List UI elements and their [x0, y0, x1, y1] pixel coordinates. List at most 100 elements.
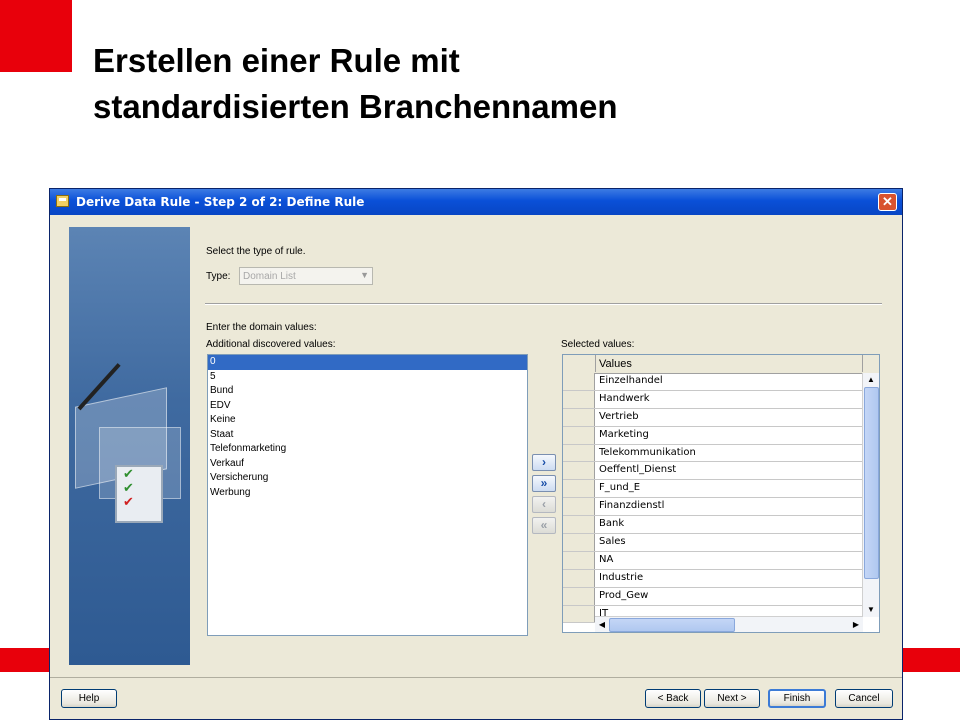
slide-accent-band-left [0, 648, 50, 672]
table-row[interactable]: Prod_Gew [563, 587, 863, 606]
chevron-down-icon: ▼ [360, 270, 369, 280]
table-cell[interactable]: Vertrieb [599, 411, 639, 422]
additional-values-label: Additional discovered values: [206, 339, 336, 350]
section-divider [205, 303, 882, 305]
row-header[interactable] [563, 551, 595, 569]
checklist-icon: ✔ ✔ ✔ [115, 465, 163, 523]
row-header[interactable] [563, 480, 595, 498]
scroll-down-icon[interactable]: ▼ [864, 604, 878, 616]
vertical-scrollbar[interactable]: ▲ ▼ [862, 373, 879, 617]
table-cell[interactable]: NA [599, 554, 613, 565]
list-item[interactable]: Keine [208, 413, 527, 428]
table-cell[interactable]: Industrie [599, 572, 643, 583]
table-row[interactable]: Telekommunikation [563, 444, 863, 463]
list-item[interactable]: Versicherung [208, 471, 527, 486]
table-row[interactable]: Bank [563, 516, 863, 535]
selected-values-table: Values Einzelhandel Handwerk Vertrieb Ma… [562, 354, 880, 633]
table-row[interactable]: Handwerk [563, 390, 863, 409]
slide-title: Erstellen einer Rule mit standardisierte… [93, 38, 933, 130]
row-header[interactable] [563, 444, 595, 462]
dialog-title: Derive Data Rule - Step 2 of 2: Define R… [76, 195, 365, 209]
values-column-header[interactable]: Values [599, 358, 632, 370]
slide-title-line-2: standardisierten Branchennamen [93, 88, 618, 125]
table-row[interactable]: Vertrieb [563, 408, 863, 427]
row-header[interactable] [563, 426, 595, 444]
next-button[interactable]: Next > [704, 689, 760, 708]
table-cell[interactable]: Telekommunikation [599, 447, 696, 458]
row-header[interactable] [563, 390, 595, 408]
derive-data-rule-dialog: Derive Data Rule - Step 2 of 2: Define R… [49, 188, 903, 720]
row-header[interactable] [563, 498, 595, 516]
row-header[interactable] [563, 462, 595, 480]
type-label: Type: [206, 271, 231, 282]
help-button[interactable]: Help [61, 689, 117, 708]
horizontal-scrollbar[interactable]: ◀ ▶ [595, 616, 863, 632]
list-item[interactable]: Werbung [208, 486, 527, 501]
table-cell[interactable]: Oeffentl_Dienst [599, 464, 676, 475]
rule-type-select[interactable]: Domain List ▼ [239, 267, 373, 285]
back-button[interactable]: < Back [645, 689, 701, 708]
domain-values-label: Enter the domain values: [206, 322, 317, 333]
header-corner [862, 355, 879, 372]
footer-divider [50, 677, 902, 678]
table-row[interactable]: Finanzdienstl [563, 498, 863, 517]
table-row[interactable]: Marketing [563, 426, 863, 445]
table-cell[interactable]: Bank [599, 518, 624, 529]
close-button[interactable]: ✕ [878, 193, 897, 211]
check-icon: ✔ [123, 480, 134, 495]
slide-accent-band-right [903, 648, 960, 672]
select-type-label: Select the type of rule. [206, 246, 306, 257]
table-header: Values [563, 355, 879, 374]
list-item[interactable]: Telefonmarketing [208, 442, 527, 457]
scroll-up-icon[interactable]: ▲ [864, 374, 878, 386]
table-cell[interactable]: Prod_Gew [599, 590, 648, 601]
slide-accent-corner [0, 0, 72, 72]
move-all-right-button[interactable]: » [532, 475, 556, 492]
table-row[interactable]: Oeffentl_Dienst [563, 462, 863, 481]
table-rows: Einzelhandel Handwerk Vertrieb Marketing… [563, 373, 863, 624]
list-item[interactable]: Bund [208, 384, 527, 399]
move-right-button[interactable]: › [532, 454, 556, 471]
finish-button[interactable]: Finish [768, 689, 826, 708]
move-all-left-button[interactable]: « [532, 517, 556, 534]
row-header[interactable] [563, 408, 595, 426]
table-cell[interactable]: Marketing [599, 429, 649, 440]
row-header[interactable] [563, 534, 595, 551]
table-row[interactable]: Industrie [563, 569, 863, 588]
scroll-thumb[interactable] [609, 618, 735, 632]
table-row[interactable]: NA [563, 551, 863, 570]
table-cell[interactable]: Handwerk [599, 393, 650, 404]
selected-values-label: Selected values: [561, 339, 635, 350]
table-row[interactable]: Sales [563, 534, 863, 552]
list-item[interactable]: 5 [208, 370, 527, 385]
list-item[interactable]: Verkauf [208, 457, 527, 472]
app-window-icon [56, 195, 69, 207]
wizard-banner-image: ✔ ✔ ✔ [69, 227, 190, 665]
row-header[interactable] [563, 605, 595, 623]
dialog-titlebar[interactable]: Derive Data Rule - Step 2 of 2: Define R… [50, 189, 902, 215]
rule-type-value: Domain List [243, 271, 296, 282]
table-cell[interactable]: Einzelhandel [599, 375, 663, 386]
row-header[interactable] [563, 373, 595, 390]
scroll-thumb[interactable] [864, 387, 879, 579]
table-cell[interactable]: Sales [599, 536, 626, 547]
scroll-right-icon[interactable]: ▶ [850, 618, 862, 631]
list-item[interactable]: 0 [208, 355, 527, 370]
row-header[interactable] [563, 569, 595, 587]
table-row[interactable]: Einzelhandel [563, 373, 863, 391]
additional-values-list[interactable]: 0 5 Bund EDV Keine Staat Telefonmarketin… [207, 354, 528, 636]
row-header-corner [563, 355, 596, 372]
table-cell[interactable]: Finanzdienstl [599, 500, 664, 511]
list-item[interactable]: Staat [208, 428, 527, 443]
check-icon: ✔ [123, 494, 134, 509]
table-row[interactable]: F_und_E [563, 480, 863, 499]
scroll-left-icon[interactable]: ◀ [596, 618, 608, 631]
list-item[interactable]: EDV [208, 399, 527, 414]
table-cell[interactable]: F_und_E [599, 482, 640, 493]
row-header[interactable] [563, 516, 595, 534]
move-left-button[interactable]: ‹ [532, 496, 556, 513]
check-icon: ✔ [123, 466, 134, 481]
cancel-button[interactable]: Cancel [835, 689, 893, 708]
slide-title-line-1: Erstellen einer Rule mit [93, 42, 460, 79]
row-header[interactable] [563, 587, 595, 605]
